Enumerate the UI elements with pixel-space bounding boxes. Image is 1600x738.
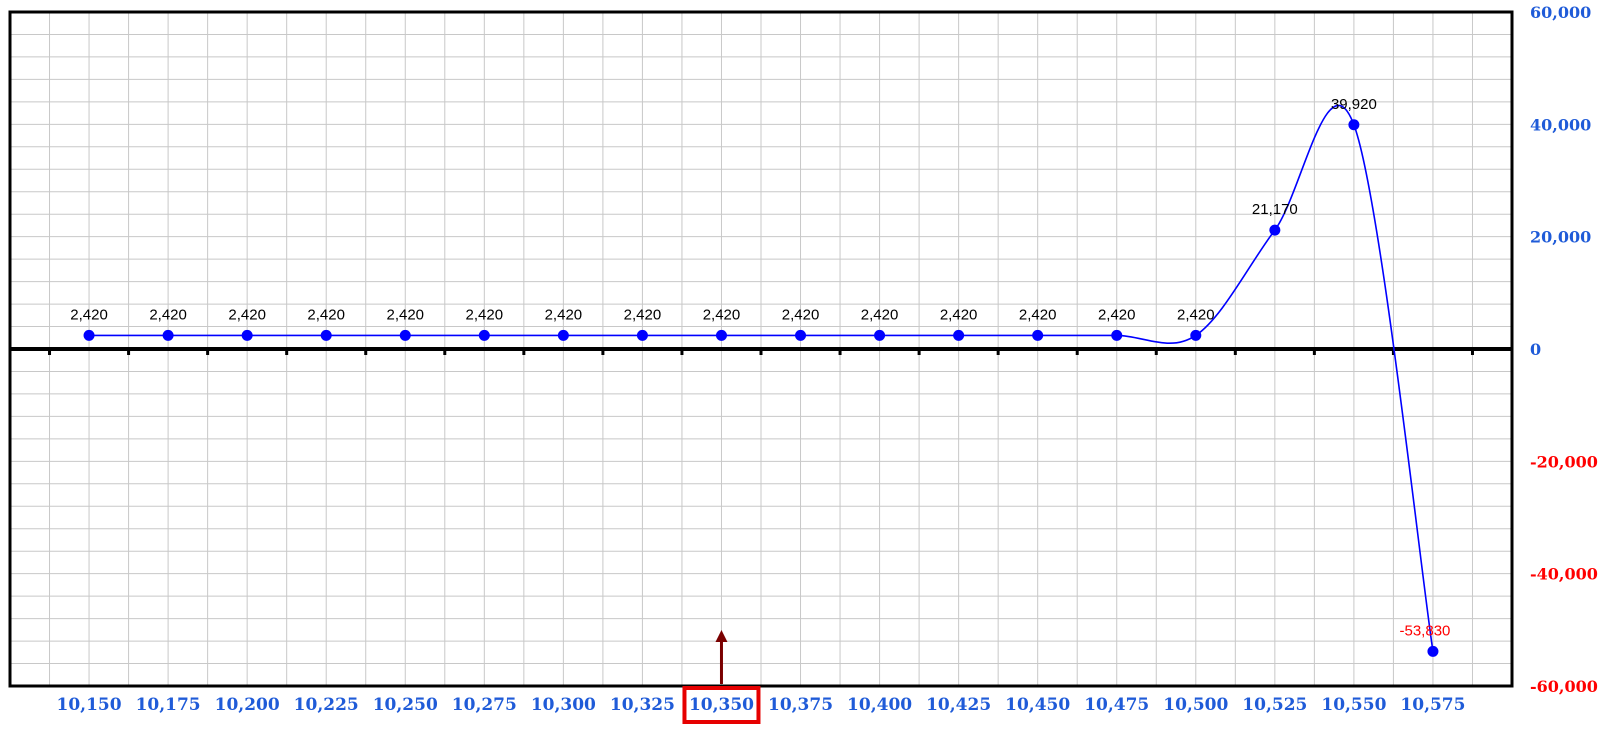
data-label: 2,420 [1177, 306, 1215, 323]
data-point [478, 329, 490, 341]
data-point [241, 329, 253, 341]
data-point [953, 329, 965, 341]
x-tick-label: 10,175 [136, 695, 201, 715]
x-tick-label: 10,300 [531, 695, 596, 715]
data-label: 2,420 [1098, 306, 1136, 323]
data-point [162, 329, 174, 341]
x-tick-label: 10,525 [1242, 695, 1307, 715]
data-label: 2,420 [1019, 306, 1057, 323]
y-tick-label: 20,000 [1530, 228, 1591, 247]
data-point [1269, 224, 1281, 236]
data-label: 2,420 [307, 306, 345, 323]
x-tick-label: 10,425 [926, 695, 991, 715]
x-tick-label: 10,575 [1400, 695, 1465, 715]
data-point [1348, 119, 1360, 131]
data-point [636, 329, 648, 341]
data-point [874, 329, 886, 341]
data-label: -53,830 [1400, 622, 1451, 639]
x-tick-label: 10,275 [452, 695, 517, 715]
data-label: 2,420 [703, 306, 741, 323]
y-tick-label: -20,000 [1530, 452, 1598, 471]
data-point [320, 329, 332, 341]
data-point [1190, 329, 1202, 341]
x-tick-label: 10,325 [610, 695, 675, 715]
data-label: 2,420 [386, 306, 424, 323]
x-tick-label: 10,250 [373, 695, 438, 715]
data-label: 2,420 [861, 306, 899, 323]
data-label: 2,420 [228, 306, 266, 323]
x-tick-label: 10,225 [294, 695, 359, 715]
data-label: 2,420 [149, 306, 187, 323]
x-tick-label: 10,450 [1005, 695, 1070, 715]
y-tick-label: 40,000 [1530, 115, 1591, 134]
x-tick-label: 10,200 [215, 695, 280, 715]
data-label: 2,420 [466, 306, 504, 323]
y-tick-label: 0 [1530, 340, 1541, 359]
x-tick-label: 10,500 [1163, 695, 1228, 715]
x-axis-ticks: 10,150 10,175 10,200 10,225 10,250 10,275 10,3… [57, 695, 1466, 715]
data-label: 2,420 [782, 306, 820, 323]
y-axis-ticks: 60,000 40,000 20,000 0 -20,000 -40,000 -60,000 [1530, 3, 1598, 696]
x-tick-label: 10,150 [57, 695, 122, 715]
data-point [399, 329, 411, 341]
data-label: 2,420 [624, 306, 662, 323]
x-tick-label: 10,475 [1084, 695, 1149, 715]
data-label: 2,420 [545, 306, 583, 323]
data-label: 2,420 [940, 306, 978, 323]
y-tick-label: -60,000 [1530, 677, 1598, 696]
y-tick-label: -40,000 [1530, 565, 1598, 584]
arrow-up-icon [715, 630, 728, 642]
x-tick-label: 10,400 [847, 695, 912, 715]
data-label: 21,170 [1252, 201, 1298, 218]
x-tick-label: 10,350 [689, 695, 754, 715]
data-point [715, 329, 727, 341]
y-tick-label: 60,000 [1530, 3, 1591, 22]
data-point [1032, 329, 1044, 341]
x-tick-label: 10,550 [1321, 695, 1386, 715]
data-point [795, 329, 807, 341]
data-point [1427, 645, 1439, 657]
data-label: 39,920 [1331, 96, 1377, 113]
x-tick-label: 10,375 [768, 695, 833, 715]
chart-data-labels: 2,420 2,420 2,420 2,420 2,420 2,420 2,420 2,420… [70, 96, 1450, 640]
data-label: 2,420 [70, 306, 108, 323]
data-point [1111, 329, 1123, 341]
data-point [83, 329, 95, 341]
data-point [557, 329, 569, 341]
payoff-chart: 2,420 2,420 2,420 2,420 2,420 2,420 2,420 2,420… [8, 3, 1598, 724]
